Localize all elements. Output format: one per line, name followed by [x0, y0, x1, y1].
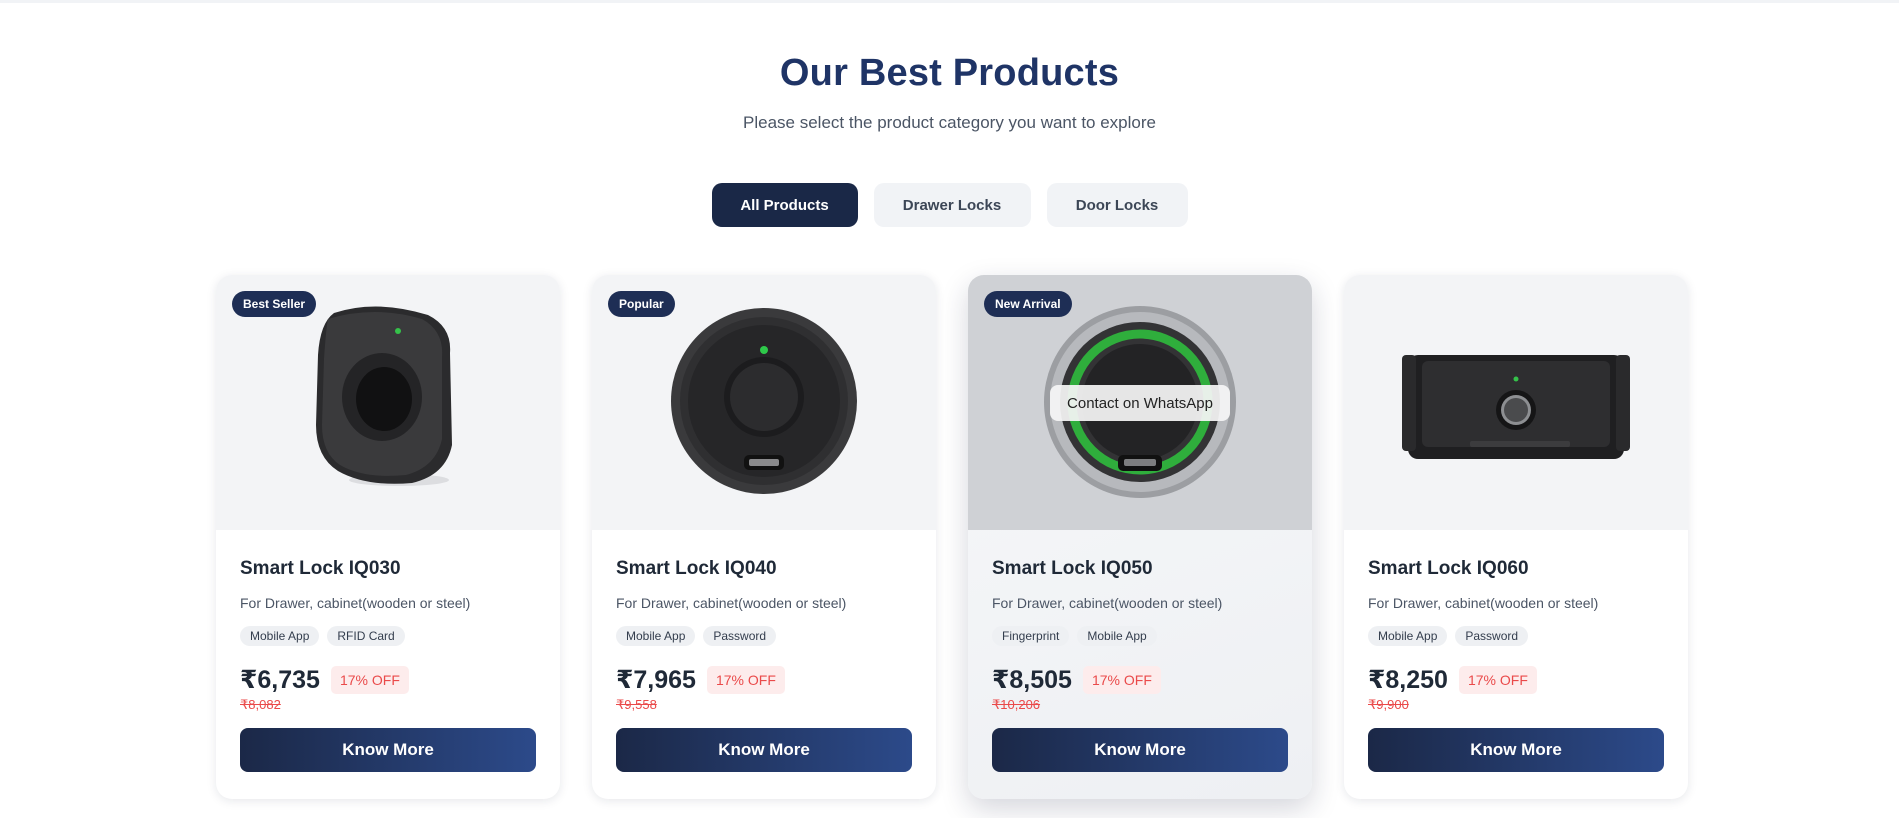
feature-tag: Password	[703, 626, 777, 646]
product-card-iq060[interactable]: Smart Lock IQ060 For Drawer, cabinet(woo…	[1344, 275, 1688, 799]
know-more-button[interactable]: Know More	[992, 728, 1288, 772]
discount-badge: 17% OFF	[706, 666, 785, 694]
know-more-button[interactable]: Know More	[240, 728, 536, 772]
product-grid: Best Seller Smart Lock IQ030 For Drawer,…	[216, 275, 1688, 799]
product-price: ₹8,250	[1368, 666, 1448, 694]
product-badge: New Arrival	[984, 291, 1072, 317]
product-image-area: Best Seller	[216, 275, 560, 530]
tab-all-products[interactable]: All Products	[711, 183, 858, 227]
product-description: For Drawer, cabinet(wooden or steel)	[240, 595, 471, 611]
feature-tag: Mobile App	[1368, 626, 1448, 646]
header-divider	[0, 0, 1899, 3]
product-description: For Drawer, cabinet(wooden or steel)	[616, 595, 847, 611]
product-price: ₹7,965	[616, 666, 696, 694]
product-name[interactable]: Smart Lock IQ060	[1368, 558, 1664, 580]
feature-tag: Password	[1455, 626, 1529, 646]
product-card-iq040[interactable]: Popular Smart Lock IQ040 For Drawer, cab…	[592, 275, 936, 799]
product-description: For Drawer, cabinet(wooden or steel)	[1368, 595, 1599, 611]
product-price: ₹6,735	[240, 666, 320, 694]
product-image-area	[1344, 275, 1688, 530]
tab-drawer-locks[interactable]: Drawer Locks	[873, 183, 1031, 227]
product-card-iq050[interactable]: New Arrival Contact on WhatsApp Smart Lo…	[968, 275, 1312, 799]
feature-tags: Mobile App Password	[616, 626, 912, 646]
feature-tags: Fingerprint Mobile App	[992, 626, 1288, 646]
feature-tag: Mobile App	[616, 626, 696, 646]
discount-badge: 17% OFF	[1458, 666, 1537, 694]
feature-tags: Mobile App Password	[1368, 626, 1664, 646]
original-price: ₹9,900	[1368, 697, 1409, 712]
feature-tag: Mobile App	[1077, 626, 1157, 646]
product-image-area: Popular	[592, 275, 936, 530]
product-name[interactable]: Smart Lock IQ050	[992, 558, 1288, 580]
feature-tag: RFID Card	[327, 626, 405, 646]
product-name[interactable]: Smart Lock IQ040	[616, 558, 912, 580]
product-image-area: New Arrival Contact on WhatsApp	[968, 275, 1312, 530]
product-badge: Popular	[608, 291, 675, 317]
lock-iq060-image	[1402, 355, 1630, 459]
section-subtitle: Please select the product category you w…	[743, 113, 1156, 132]
product-price: ₹8,505	[992, 666, 1072, 694]
section-title: Our Best Products	[779, 52, 1120, 94]
product-badge: Best Seller	[232, 291, 317, 317]
feature-tag: Fingerprint	[992, 626, 1070, 646]
feature-tags: Mobile App RFID Card	[240, 626, 536, 646]
tab-door-locks[interactable]: Door Locks	[1046, 183, 1188, 227]
category-tabs: All Products Drawer Locks Door Locks	[0, 183, 1899, 227]
original-price: ₹9,558	[616, 697, 657, 712]
original-price: ₹8,082	[240, 697, 281, 712]
feature-tag: Mobile App	[240, 626, 320, 646]
know-more-button[interactable]: Know More	[616, 728, 912, 772]
original-price: ₹10,206	[992, 697, 1041, 712]
product-name[interactable]: Smart Lock IQ030	[240, 558, 536, 580]
contact-whatsapp-button[interactable]: Contact on WhatsApp	[1050, 385, 1230, 421]
discount-badge: 17% OFF	[1082, 666, 1161, 694]
discount-badge: 17% OFF	[330, 666, 409, 694]
product-description: For Drawer, cabinet(wooden or steel)	[992, 595, 1223, 611]
know-more-button[interactable]: Know More	[1368, 728, 1664, 772]
product-card-iq030[interactable]: Best Seller Smart Lock IQ030 For Drawer,…	[216, 275, 560, 799]
